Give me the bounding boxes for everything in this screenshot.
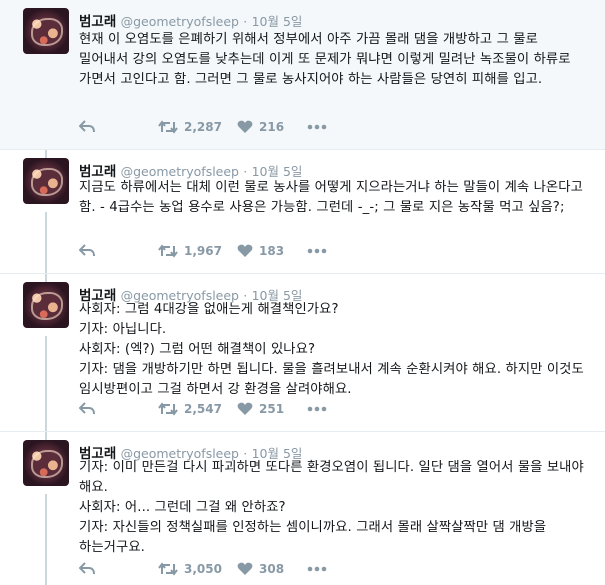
reply-icon xyxy=(79,120,95,133)
tweet-header: 범고래 @geometryofsleep · 10월 5일 xyxy=(79,10,302,30)
tweet[interactable]: 범고래 @geometryofsleep · 10월 5일 사회자: 그럼 4대… xyxy=(0,274,605,432)
like-button[interactable]: 308 xyxy=(237,562,307,576)
more-icon xyxy=(307,406,327,412)
retweet-count: 1,967 xyxy=(184,244,222,258)
tweet[interactable]: 범고래 @geometryofsleep · 10월 5일 지금도 하류에서는 … xyxy=(0,150,605,274)
tweet-actions: 2,547 251 xyxy=(79,400,327,418)
reply-icon xyxy=(79,402,95,415)
separator-dot: · xyxy=(243,164,248,179)
tweet-text: 현재 이 오염도를 은폐하기 위해서 정부에서 아주 가끔 몰래 댐을 개방하고… xyxy=(79,32,575,87)
retweet-count: 2,547 xyxy=(184,402,222,416)
retweet-button[interactable]: 1,967 xyxy=(158,244,237,258)
tweet[interactable]: 범고래 @geometryofsleep · 10월 5일 기자: 이미 만든걸… xyxy=(0,432,605,585)
avatar[interactable] xyxy=(23,440,69,486)
like-button[interactable]: 216 xyxy=(237,120,307,134)
more-icon xyxy=(307,566,327,572)
reply-button[interactable] xyxy=(79,402,158,416)
retweet-icon xyxy=(158,562,178,576)
timestamp[interactable]: 10월 5일 xyxy=(252,164,303,179)
reply-button[interactable] xyxy=(79,120,158,134)
heart-icon xyxy=(237,120,253,133)
retweet-count: 3,050 xyxy=(184,562,222,576)
retweet-count: 2,287 xyxy=(184,120,222,134)
separator-dot: · xyxy=(243,14,248,29)
tweet-header: 범고래 @geometryofsleep · 10월 5일 xyxy=(79,160,302,180)
tweet[interactable]: 범고래 @geometryofsleep · 10월 5일 현재 이 오염도를 … xyxy=(0,0,605,150)
more-button[interactable] xyxy=(307,248,327,254)
user-handle[interactable]: @geometryofsleep xyxy=(121,164,239,179)
display-name[interactable]: 범고래 xyxy=(79,14,116,30)
tweet-actions: 1,967 183 xyxy=(79,242,327,260)
heart-icon xyxy=(237,562,253,575)
avatar[interactable] xyxy=(23,282,69,328)
like-count: 251 xyxy=(259,402,285,416)
reply-button[interactable] xyxy=(79,244,158,258)
more-icon xyxy=(307,248,327,254)
like-count: 183 xyxy=(259,244,285,258)
tweet-actions: 3,050 308 xyxy=(79,560,327,578)
more-button[interactable] xyxy=(307,124,327,130)
like-button[interactable]: 183 xyxy=(237,244,307,258)
avatar[interactable] xyxy=(23,8,69,54)
like-count: 216 xyxy=(259,120,285,134)
retweet-button[interactable]: 2,547 xyxy=(158,402,237,416)
reply-button[interactable] xyxy=(79,562,158,576)
tweet-text: 사회자: 그럼 4대강을 없애는게 해결책인가요? 기자: 아닙니다. 사회자:… xyxy=(79,302,584,397)
tweet-actions: 2,287 216 xyxy=(79,118,327,136)
retweet-icon xyxy=(158,120,178,134)
retweet-button[interactable]: 2,287 xyxy=(158,120,237,134)
heart-icon xyxy=(237,402,253,415)
more-button[interactable] xyxy=(307,566,327,572)
reply-icon xyxy=(79,244,95,257)
user-handle[interactable]: @geometryofsleep xyxy=(121,14,239,29)
heart-icon xyxy=(237,244,253,257)
more-button[interactable] xyxy=(307,406,327,412)
retweet-icon xyxy=(158,244,178,258)
tweet-text: 기자: 이미 만든걸 다시 파괴하면 또다른 환경오염이 됩니다. 일단 댐을 … xyxy=(79,460,584,555)
more-icon xyxy=(307,124,327,130)
like-count: 308 xyxy=(259,562,285,576)
retweet-button[interactable]: 3,050 xyxy=(158,562,237,576)
tweet-text: 지금도 하류에서는 대체 이런 물로 농사를 어떻게 지으라는거냐 하는 말들이… xyxy=(79,180,588,215)
timestamp[interactable]: 10월 5일 xyxy=(252,14,303,29)
avatar[interactable] xyxy=(23,158,69,204)
like-button[interactable]: 251 xyxy=(237,402,307,416)
reply-icon xyxy=(79,562,95,575)
retweet-icon xyxy=(158,402,178,416)
